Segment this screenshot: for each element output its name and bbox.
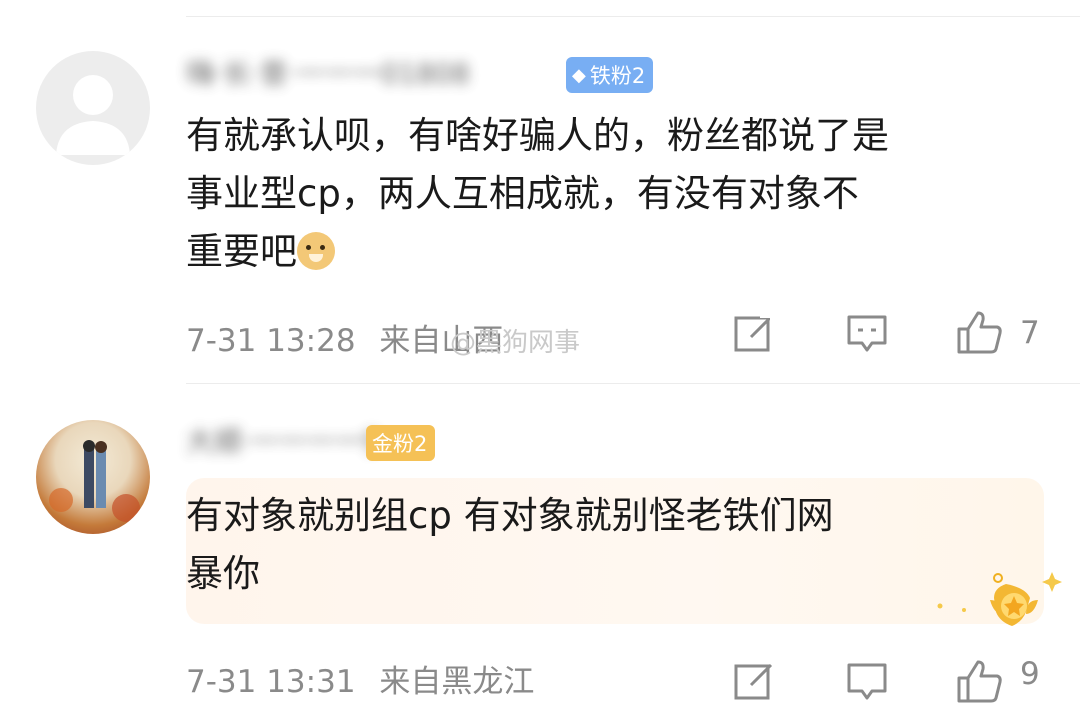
comment-icon[interactable] <box>846 662 888 702</box>
watermark: @黑狗网事 <box>450 328 581 358</box>
comment-line: 重要吧 <box>186 223 889 281</box>
comment-divider <box>186 383 1080 384</box>
default-avatar-icon <box>56 75 130 155</box>
avatar[interactable] <box>36 420 150 534</box>
avatar-illustration <box>49 440 140 522</box>
comment-line: 暴你 <box>186 552 260 595</box>
like-count: 7 <box>1020 315 1040 351</box>
username[interactable]: 大顺·一一一一9 <box>186 420 381 460</box>
badge-label: 铁粉2 <box>589 64 646 88</box>
comment-icon[interactable] <box>846 314 888 354</box>
like-count: 9 <box>1020 656 1040 692</box>
share-icon[interactable] <box>733 312 775 354</box>
comment-line: 事业型cp，两人互相成就，有没有对象不 <box>186 172 859 215</box>
fan-badge[interactable]: 金粉2 <box>366 425 436 461</box>
star-badge-icon[interactable] <box>934 570 1064 640</box>
avatar[interactable] <box>36 51 150 165</box>
fan-badge[interactable]: ◆ 铁粉2 <box>566 57 654 93</box>
diamond-icon: ◆ <box>572 64 586 86</box>
comment-line: 有就承认呗，有啥好骗人的，粉丝都说了是 <box>186 114 889 157</box>
comment-text: 有对象就别组cp 有对象就别怪老铁们网 暴你 <box>186 487 834 603</box>
like-icon[interactable] <box>956 309 1004 355</box>
location: 来自黑龙江 <box>379 664 535 700</box>
timestamp: 7-31 13:28 <box>186 323 356 359</box>
comment-text: 有就承认呗，有啥好骗人的，粉丝都说了是 事业型cp，两人互相成就，有没有对象不 … <box>186 107 889 281</box>
timestamp: 7-31 13:31 <box>186 664 356 700</box>
comment-meta: 7-31 13:31 来自黑龙江 <box>186 656 534 701</box>
share-icon[interactable] <box>733 660 775 702</box>
badge-label: 金粉2 <box>372 432 428 456</box>
username[interactable]: 嗨·长·昔·一一一01808 <box>186 52 470 92</box>
doge-emoji <box>297 232 335 270</box>
comment-line: 有对象就别组cp 有对象就别怪老铁们网 <box>186 494 834 537</box>
like-icon[interactable] <box>956 658 1004 704</box>
top-divider <box>186 16 1080 17</box>
